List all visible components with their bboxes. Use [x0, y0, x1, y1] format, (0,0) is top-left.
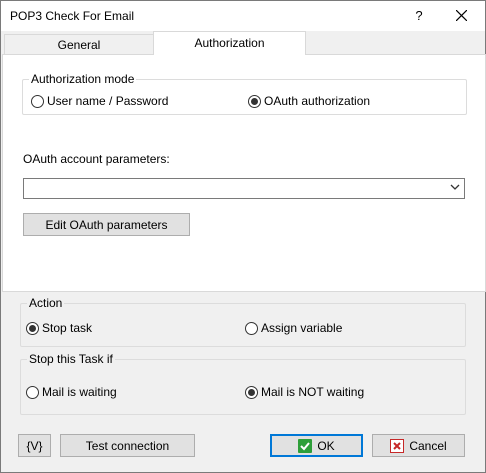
chevron-down-icon [450, 184, 460, 190]
oauth-account-label: OAuth account parameters: [23, 152, 170, 166]
authorization-mode-label: Authorization mode [29, 72, 137, 86]
radio-label: Mail is waiting [42, 385, 117, 399]
oauth-account-dropdown[interactable] [23, 178, 465, 199]
radio-assign-variable[interactable]: Assign variable [245, 321, 342, 335]
edit-oauth-parameters-button[interactable]: Edit OAuth parameters [23, 213, 190, 236]
radio-circle [26, 385, 39, 399]
cancel-label: Cancel [409, 438, 447, 453]
radio-label: Mail is NOT waiting [261, 385, 365, 399]
radio-mail-is-waiting[interactable]: Mail is waiting [26, 385, 117, 399]
radio-circle [26, 321, 39, 335]
radio-circle [245, 321, 258, 335]
window-title: POP3 Check For Email [10, 9, 135, 23]
radio-username-password[interactable]: User name / Password [31, 94, 168, 108]
action-group-label: Action [27, 296, 65, 310]
dialog-window: POP3 Check For Email ? General Authoriza… [0, 0, 486, 473]
cancel-button[interactable]: Cancel [372, 434, 465, 457]
radio-label: Assign variable [261, 321, 343, 335]
radio-circle [31, 94, 44, 108]
radio-circle [248, 94, 261, 108]
tab-authorization[interactable]: Authorization [153, 31, 306, 55]
radio-stop-task[interactable]: Stop task [26, 321, 92, 335]
radio-circle [245, 385, 258, 399]
help-button[interactable]: ? [405, 1, 433, 31]
radio-mail-is-not-waiting[interactable]: Mail is NOT waiting [245, 385, 364, 399]
tab-general[interactable]: General [4, 34, 154, 56]
ok-label: OK [317, 438, 335, 453]
variable-button[interactable]: {V} [18, 434, 51, 457]
authorization-tab-panel: Authorization mode User name / Password … [2, 54, 486, 292]
close-icon [456, 10, 467, 21]
x-icon [390, 438, 405, 453]
check-icon [298, 438, 313, 453]
radio-label: OAuth authorization [264, 94, 371, 108]
radio-oauth-authorization[interactable]: OAuth authorization [248, 94, 370, 108]
title-bar: POP3 Check For Email ? [1, 1, 485, 31]
test-connection-button[interactable]: Test connection [60, 434, 195, 457]
close-button[interactable] [447, 1, 477, 31]
radio-label: User name / Password [47, 94, 169, 108]
stop-task-if-label: Stop this Task if [27, 352, 115, 366]
ok-button[interactable]: OK [270, 434, 363, 457]
radio-label: Stop task [42, 321, 93, 335]
